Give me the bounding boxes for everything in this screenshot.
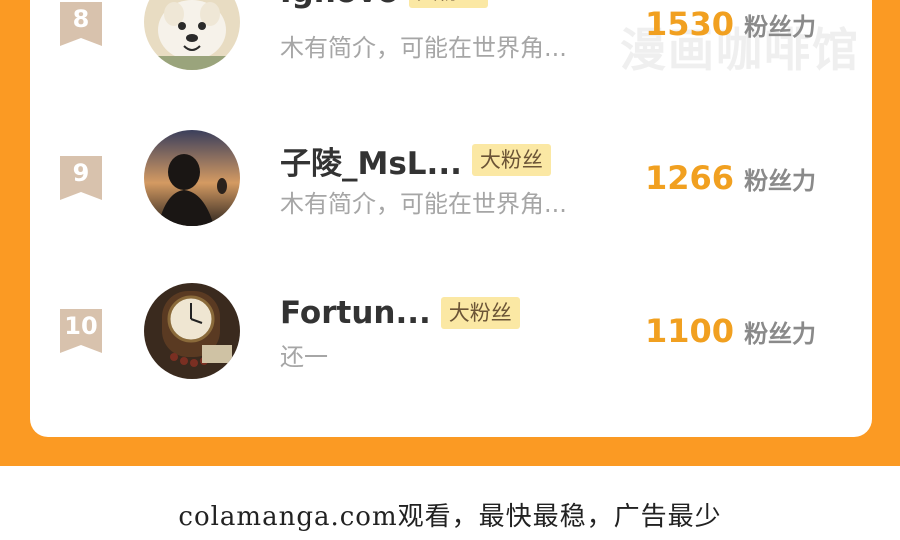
avatar[interactable] — [144, 130, 240, 226]
user-bio: 木有简介，可能在世界角... — [280, 190, 567, 218]
rank-tag: 9 — [60, 156, 102, 200]
silhouette-avatar-icon — [144, 130, 240, 226]
list-item[interactable]: 10 Fortun... 大粉丝 还一 1100 粉丝力 — [30, 283, 872, 383]
fan-score: 1100 粉丝力 — [645, 311, 816, 351]
user-name[interactable]: Fortun... — [280, 295, 431, 331]
rank-number: 8 — [72, 5, 90, 33]
fan-score-value: 1100 — [645, 312, 735, 350]
clock-avatar-icon — [144, 283, 240, 379]
rank-tag: 8 — [60, 2, 102, 46]
fan-score: 1266 粉丝力 — [645, 158, 816, 198]
fan-score-unit: 粉丝力 — [744, 166, 817, 195]
list-item[interactable]: 8 Ignovo 大粉丝 木有简介，可能在世界角... 1530 粉丝力 — [30, 0, 872, 72]
rank-tag: 10 — [60, 309, 102, 353]
fan-score: 1530 粉丝力 — [645, 4, 816, 44]
user-bio: 木有简介，可能在世界角... — [280, 34, 567, 62]
fan-score-unit: 粉丝力 — [744, 12, 817, 41]
fan-badge: 大粉丝 — [440, 297, 520, 329]
fan-score-value: 1266 — [645, 159, 735, 197]
user-name[interactable]: 子陵_MsL... — [280, 138, 462, 183]
list-item[interactable]: 9 子陵_MsL... 大粉丝 木有简介，可能在世界角... 1266 粉丝力 — [30, 130, 872, 230]
user-bio: 还一 — [280, 343, 328, 371]
fan-score-value: 1530 — [645, 5, 735, 43]
fan-badge: 大粉丝 — [471, 144, 551, 176]
fan-score-unit: 粉丝力 — [744, 319, 817, 348]
leaderboard-card: 漫画咖啡馆 8 Ignovo 大粉丝 木有简介 — [30, 0, 872, 437]
avatar[interactable] — [144, 0, 240, 70]
site-footer-caption: colamanga.com观看，最快最稳，广告最少 — [178, 502, 722, 532]
user-name-line: Fortun... 大粉丝 — [280, 293, 520, 333]
rank-number: 10 — [64, 312, 98, 340]
user-name-line: Ignovo 大粉丝 — [280, 0, 488, 12]
dog-avatar-icon — [144, 0, 240, 70]
fan-badge: 大粉丝 — [408, 0, 488, 8]
user-name[interactable]: Ignovo — [280, 0, 399, 10]
user-name-line: 子陵_MsL... 大粉丝 — [280, 138, 551, 183]
avatar[interactable] — [144, 283, 240, 379]
rank-number: 9 — [72, 159, 90, 187]
